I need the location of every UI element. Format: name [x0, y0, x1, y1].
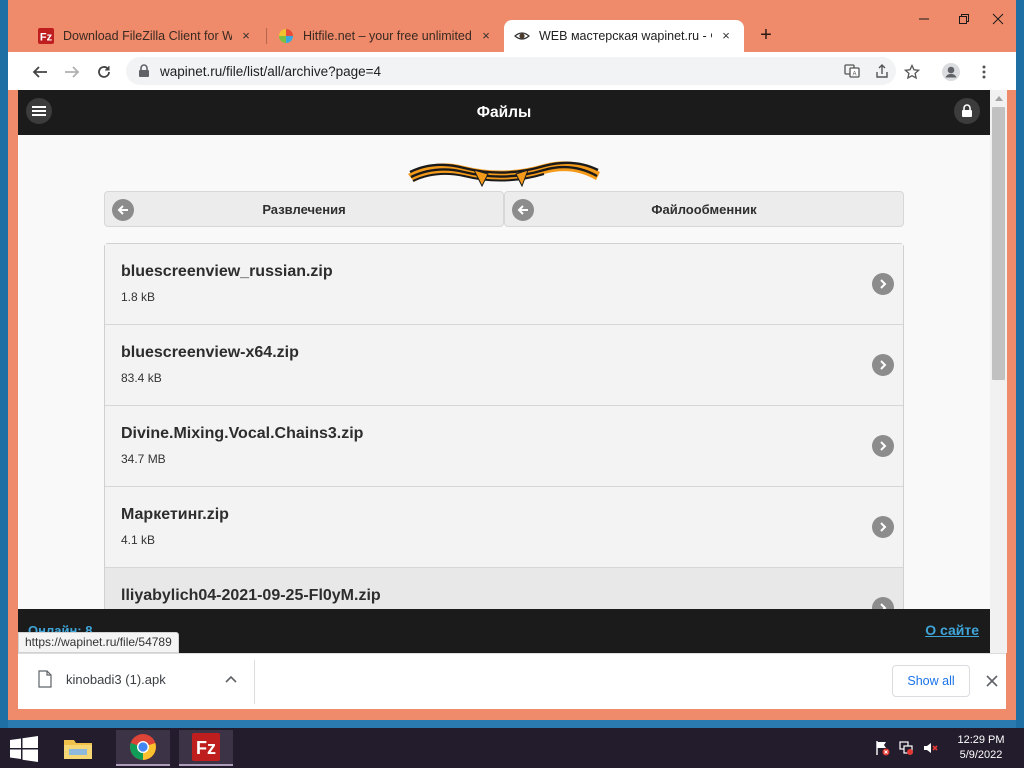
arrow-right-circle-icon [872, 273, 894, 295]
link-status-bubble: https://wapinet.ru/file/54789 [18, 632, 179, 653]
close-tab-icon[interactable]: × [238, 28, 254, 44]
file-name: lliyabylich04-2021-09-25-Fl0yM.zip [121, 587, 381, 604]
scroll-up-icon[interactable] [995, 96, 1003, 101]
desktop-edge-right [1016, 0, 1024, 730]
back-arrow-icon[interactable] [27, 59, 53, 85]
clock-date: 5/9/2022 [959, 749, 1003, 761]
download-item[interactable]: kinobadi3 (1).apk [38, 670, 166, 688]
windows-start-icon[interactable] [8, 736, 40, 762]
hitfile-icon [278, 28, 294, 44]
reload-icon[interactable] [91, 59, 117, 85]
profile-avatar-icon[interactable] [938, 59, 964, 85]
page-viewport: Файлы Развлечения Файлообменник bluescre… [18, 90, 990, 653]
filezilla-icon: Fz [38, 28, 54, 44]
filezilla-taskbar-icon[interactable]: Fz [179, 730, 233, 766]
bookmark-star-icon[interactable] [899, 59, 925, 85]
download-file-name: kinobadi3 (1).apk [66, 671, 166, 687]
nav-back-file-exchange[interactable]: Файлообменник [504, 191, 904, 227]
chevron-up-icon[interactable] [224, 672, 238, 686]
category-nav: Развлечения Файлообменник [104, 191, 904, 227]
tab-filezilla[interactable]: Fz Download FileZilla Client for Win × [28, 20, 264, 52]
list-item[interactable]: Divine.Mixing.Vocal.Chains3.zip 34.7 MB [105, 406, 903, 487]
page-scrollbar[interactable] [990, 90, 1007, 653]
file-list: bluescreenview_russian.zip 1.8 kB bluesc… [104, 243, 904, 650]
share-icon[interactable] [872, 61, 892, 81]
arrow-left-circle-icon [112, 199, 134, 221]
list-item[interactable]: bluescreenview_russian.zip 1.8 kB [105, 244, 903, 325]
show-all-downloads-button[interactable]: Show all [892, 665, 970, 697]
file-explorer-icon[interactable] [51, 730, 105, 766]
more-menu-icon[interactable] [971, 59, 997, 85]
about-link[interactable]: О сайте [925, 622, 979, 638]
file-name: bluescreenview-x64.zip [121, 344, 299, 361]
flag-alert-icon[interactable] [873, 740, 891, 756]
svg-text:A: A [852, 72, 856, 78]
close-shelf-icon[interactable] [982, 671, 1002, 691]
arrow-right-circle-icon [872, 516, 894, 538]
minimize-icon[interactable] [904, 8, 944, 30]
wapinet-eye-icon [514, 28, 530, 44]
svg-text:Fz: Fz [196, 738, 216, 758]
file-size: 1.8 kB [121, 290, 156, 304]
file-name: Маркетинг.zip [121, 506, 229, 523]
login-lock-icon[interactable] [954, 98, 980, 124]
file-name: bluescreenview_russian.zip [121, 263, 333, 280]
windows-taskbar: Fz 12:29 PM 5/9/2022 [0, 728, 1024, 768]
desktop-edge-left [0, 0, 8, 730]
tab-title: Download FileZilla Client for Win [63, 29, 232, 43]
browser-toolbar: wapinet.ru/file/list/all/archive?page=4 … [8, 52, 1016, 90]
list-item[interactable]: Маркетинг.zip 4.1 kB [105, 487, 903, 568]
file-size: 34.7 MB [121, 452, 166, 466]
page-title: Файлы [476, 104, 532, 121]
new-tab-button[interactable]: + [754, 24, 778, 48]
tab-wapinet[interactable]: WEB мастерская wapinet.ru - Фа × [504, 20, 744, 52]
tab-hitfile[interactable]: Hitfile.net – your free unlimited f × [268, 20, 504, 52]
tab-title: Hitfile.net – your free unlimited f [303, 29, 472, 43]
translate-icon[interactable]: A [842, 61, 862, 81]
volume-muted-icon[interactable] [921, 740, 939, 756]
chrome-icon[interactable] [116, 730, 170, 766]
nav-back-entertainment[interactable]: Развлечения [104, 191, 504, 227]
nav-label: Развлечения [262, 201, 346, 217]
arrow-right-circle-icon [872, 435, 894, 457]
browser-window: Fz Download FileZilla Client for Win × H… [8, 0, 1016, 720]
svg-text:Fz: Fz [40, 32, 53, 44]
site-header: Файлы [18, 90, 990, 135]
tab-title: WEB мастерская wapinet.ru - Фа [539, 29, 712, 43]
arrow-left-circle-icon [512, 199, 534, 221]
forward-arrow-icon[interactable] [59, 59, 85, 85]
tab-strip: Fz Download FileZilla Client for Win × H… [8, 0, 1016, 52]
url-text: wapinet.ru/file/list/all/archive?page=4 [160, 63, 382, 79]
arrow-right-circle-icon [872, 354, 894, 376]
tab-separator [266, 28, 267, 44]
download-shelf: kinobadi3 (1).apk Show all [18, 653, 1006, 709]
system-clock[interactable]: 12:29 PM 5/9/2022 [950, 733, 1012, 763]
clock-time: 12:29 PM [957, 734, 1005, 746]
close-window-icon[interactable] [978, 8, 1018, 30]
file-name: Divine.Mixing.Vocal.Chains3.zip [121, 425, 364, 442]
file-size: 83.4 kB [121, 371, 162, 385]
network-icon[interactable] [897, 740, 915, 756]
divider [254, 660, 255, 704]
file-icon [38, 670, 52, 688]
scrollbar-thumb[interactable] [992, 107, 1005, 380]
address-bar[interactable]: wapinet.ru/file/list/all/archive?page=4 … [126, 57, 896, 85]
file-size: 4.1 kB [121, 533, 156, 547]
st-george-ribbon-logo [408, 161, 600, 188]
lock-icon [139, 64, 149, 77]
close-tab-icon[interactable]: × [478, 28, 494, 44]
close-tab-icon[interactable]: × [718, 28, 734, 44]
list-item[interactable]: bluescreenview-x64.zip 83.4 kB [105, 325, 903, 406]
nav-label: Файлообменник [651, 201, 757, 217]
